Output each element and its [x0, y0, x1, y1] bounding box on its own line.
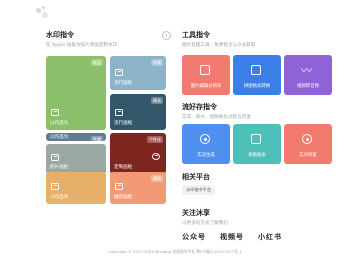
image-icon — [115, 69, 123, 76]
follow-section-subtitle: 以更多的方式了解我们 — [182, 221, 228, 226]
tile-label: 胶片画框 — [50, 165, 69, 170]
social-link-channels[interactable]: 视频号 — [220, 232, 244, 242]
social-links: 公众号 视频号 小红书 — [182, 232, 282, 242]
tool-tile-convert[interactable]: 拼图格式转换 — [233, 55, 281, 95]
tile-label: 流行画框 — [114, 121, 133, 126]
popular-tile-restore[interactable]: 实况恢复 — [284, 124, 332, 164]
tile-label: 推荐画框 — [114, 195, 133, 200]
watermark-tile-7[interactable]: 以作品为 — [46, 172, 106, 204]
tile-label: 视频转音频 — [297, 84, 319, 89]
watermark-tile-2[interactable]: 特惠 流行画框 — [110, 56, 166, 90]
target-icon — [200, 134, 210, 144]
target-icon — [302, 134, 312, 144]
related-section-title: 相关平台 — [182, 173, 210, 181]
tile-badge: 专属 — [91, 136, 103, 141]
tile-label: 定制画框 — [114, 165, 133, 170]
social-link-xiaohongshu[interactable]: 小红书 — [258, 232, 282, 242]
popular-section-subtitle: 实况、照片、视频备份过程与历里 — [182, 115, 251, 120]
site-logo[interactable] — [36, 6, 50, 18]
info-icon[interactable] — [162, 31, 171, 40]
watermark-tile-1[interactable]: 新品 以作品为 — [46, 56, 106, 130]
audio-wave-icon — [301, 62, 312, 78]
image-icon — [51, 183, 59, 190]
target-icon — [152, 153, 160, 160]
popular-section-title: 流好存指令 — [182, 103, 217, 111]
popular-tile-backup[interactable]: 相册备份 — [233, 124, 281, 164]
footer-copyright: Copyright © 2017-2024 Muxiang 沐享指令平台 粤IC… — [108, 249, 242, 254]
image-icon — [115, 109, 123, 116]
tile-label: 相册备份 — [248, 153, 266, 158]
watermark-tile-4-full[interactable]: 专属 以作品为 — [46, 133, 106, 141]
follow-section-title: 关注沐享 — [182, 209, 210, 217]
tile-label: 拼图格式转换 — [243, 84, 271, 89]
image-icon — [51, 154, 59, 161]
archive-icon — [251, 134, 261, 144]
tile-label: 以作品为 — [50, 195, 69, 200]
popular-tile-live[interactable]: 实况生成 — [182, 124, 230, 164]
tool-tile-audio[interactable]: 视频转音频 — [284, 55, 332, 95]
tile-label: 图片编辑分辨率 — [190, 84, 222, 89]
image-icon — [251, 65, 261, 75]
watermark-tile-3[interactable]: 精选 流行画框 — [110, 94, 166, 130]
tools-section-subtitle: 图片处理工具 - 免费指令公众号获取 — [182, 43, 256, 48]
social-link-wechat[interactable]: 公众号 — [182, 232, 206, 242]
grid-icon — [200, 65, 210, 75]
tile-label: 以作品为 — [50, 121, 69, 126]
tool-tile-resolution[interactable]: 图片编辑分辨率 — [182, 55, 230, 95]
watermark-tile-5[interactable]: 胶片画框 — [46, 144, 106, 174]
tile-badge: 爆款 — [151, 175, 163, 182]
image-icon — [115, 183, 123, 190]
tile-label: 实况生成 — [197, 153, 215, 158]
image-icon — [51, 109, 59, 116]
tile-badge: 新品 — [91, 59, 103, 66]
watermark-section-title: 水印指令 — [46, 31, 74, 39]
tools-section-title: 工具指令 — [182, 31, 210, 39]
tile-badge: 个性化 — [147, 136, 163, 143]
watermark-tile-8[interactable]: 爆款 推荐画框 — [110, 172, 166, 204]
watermark-tile-6[interactable]: 个性化 定制画框 — [110, 133, 166, 174]
platform-chip[interactable]: 水印指令平台 — [182, 185, 216, 195]
tile-label: 以作品为 — [50, 135, 69, 140]
tile-badge: 精选 — [151, 97, 163, 104]
tile-badge: 特惠 — [151, 59, 163, 66]
tile-label: 实况恢复 — [299, 153, 317, 158]
watermark-section-subtitle: 在 Apple 设备为照片添加定制水印 — [46, 43, 118, 48]
tile-label: 流行画框 — [114, 81, 133, 86]
